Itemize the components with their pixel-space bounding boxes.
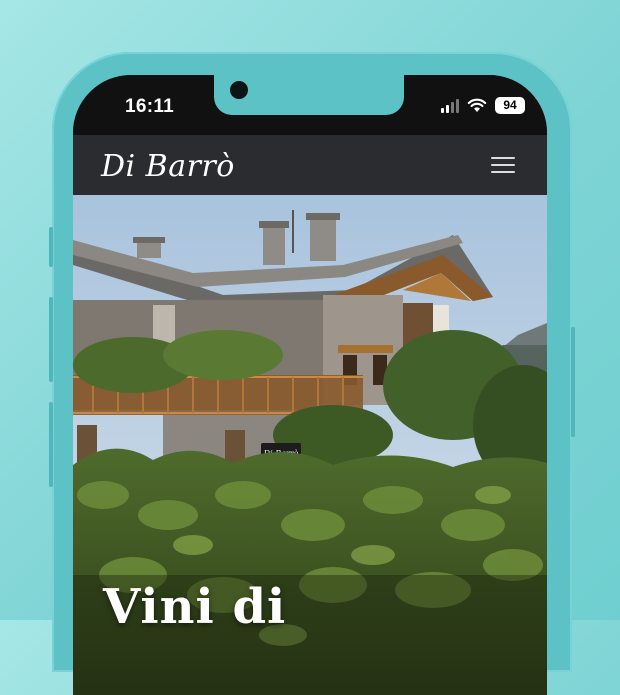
hamburger-menu-icon[interactable]	[491, 157, 515, 173]
side-button-right	[571, 327, 575, 437]
dynamic-island-notch	[214, 75, 404, 115]
front-camera-icon	[230, 81, 248, 99]
wifi-icon	[467, 98, 487, 112]
cellular-signal-icon	[441, 98, 459, 113]
phone-frame: 16:11 94 Di Barrò Vini di	[49, 52, 575, 695]
side-button-left-1	[49, 227, 53, 267]
site-header: Di Barrò	[73, 135, 547, 195]
hero-section: Di Barrò Vini di Montagna	[73, 195, 547, 695]
phone-screen: 16:11 94 Di Barrò Vini di	[73, 75, 547, 695]
side-button-left-2	[49, 297, 53, 382]
status-icons: 94	[441, 97, 525, 114]
site-logo[interactable]: Di Barrò	[101, 149, 235, 184]
side-button-left-3	[49, 402, 53, 487]
hero-title: Vini di	[103, 579, 287, 635]
status-time: 16:11	[125, 96, 175, 117]
battery-indicator: 94	[495, 97, 525, 114]
